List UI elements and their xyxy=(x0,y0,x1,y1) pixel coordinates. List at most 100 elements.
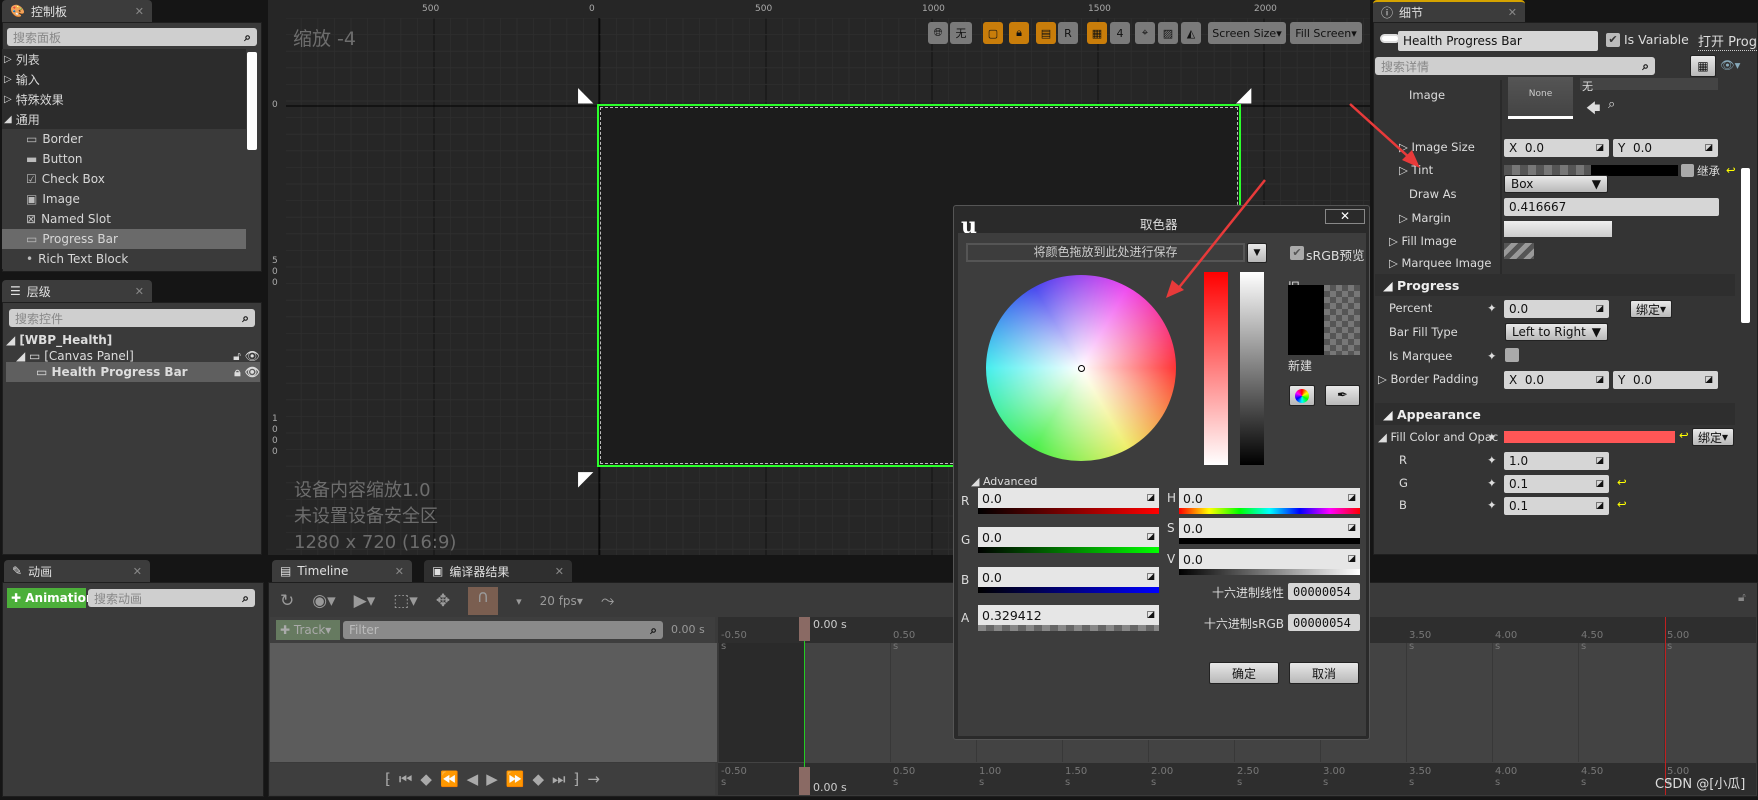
fill-screen-dropdown[interactable]: Fill Screen ▾ xyxy=(1290,22,1362,44)
outline-toggle-icon[interactable]: ▢ xyxy=(983,22,1003,44)
palette-item[interactable]: ▬ Button xyxy=(2,149,246,169)
fit-icon[interactable]: ⌖ xyxy=(1135,22,1155,44)
curve-icon[interactable]: ⤳ xyxy=(601,591,615,611)
play-icon[interactable]: ▶▾ xyxy=(354,591,376,611)
saturation-slider[interactable] xyxy=(1204,272,1228,465)
magnet-icon[interactable]: ∩ xyxy=(468,587,499,615)
play-reverse-icon[interactable]: ◀ xyxy=(467,770,479,788)
advanced-toggle[interactable]: ◢ Advanced xyxy=(971,475,1037,488)
cancel-button[interactable]: 取消 xyxy=(1289,662,1359,684)
close-icon[interactable]: ✕ xyxy=(395,565,404,578)
tab-compiler-results[interactable]: ▣ 编译器结果 ✕ xyxy=(424,560,572,582)
reset-icon[interactable]: ↩ xyxy=(1679,428,1689,442)
browse-search-icon[interactable]: ⌕ xyxy=(1608,97,1615,112)
border-padding-x[interactable]: X 0.0 ◪ xyxy=(1504,371,1609,389)
palette-category[interactable]: ◢ 通用 xyxy=(4,109,244,129)
percent-bind-dropdown[interactable]: 绑定 ▾ xyxy=(1630,300,1672,318)
anchor-handle-icon[interactable]: ◢ xyxy=(1236,82,1251,106)
palette-item[interactable]: ▭ Progress Bar xyxy=(2,229,246,249)
jump-end-icon[interactable]: ⏭ xyxy=(552,770,566,788)
margin-input[interactable]: 0.416667 xyxy=(1504,198,1719,216)
hierarchy-search-input[interactable]: 搜索控件 ⌕ xyxy=(9,309,255,327)
fill-b-input[interactable]: 0.1 ◪ xyxy=(1504,497,1609,515)
reset-icon[interactable]: ↩ xyxy=(1726,163,1736,177)
image-asset-dropdown[interactable]: 无 xyxy=(1580,78,1718,93)
palette-item[interactable]: ☑ Check Box xyxy=(2,169,246,189)
reset-icon[interactable]: ↩ xyxy=(1617,497,1627,511)
lock-icon[interactable]: 🔒︎ xyxy=(1009,22,1029,44)
anchor-handle-icon[interactable]: ◣ xyxy=(578,82,593,106)
channel-input[interactable]: 0.0 ◪ xyxy=(978,567,1159,587)
fill-g-input[interactable]: 0.1 ◪ xyxy=(1504,475,1609,493)
close-icon[interactable]: ✕ xyxy=(555,565,564,578)
border-padding-row[interactable]: ▷ Border Padding xyxy=(1378,372,1479,386)
undo-icon[interactable]: ↻ xyxy=(280,591,294,611)
image-size-row[interactable]: ▷ Image Size xyxy=(1399,140,1475,154)
tab-palette[interactable]: 🎨 控制板 ✕ xyxy=(2,0,152,22)
add-track-button[interactable]: ✚ Track ▾ xyxy=(276,620,340,640)
next-key-icon[interactable]: ◆ xyxy=(532,770,544,788)
fill-color-bind-dropdown[interactable]: 绑定 ▾ xyxy=(1692,428,1734,446)
close-icon[interactable]: ✕ xyxy=(133,565,142,578)
percent-input[interactable]: 0.0 ◪ xyxy=(1504,300,1609,318)
srgb-checkbox[interactable]: ✔ xyxy=(1290,246,1304,260)
color-wheel-cursor[interactable] xyxy=(1078,365,1085,372)
use-selected-arrow-icon[interactable]: 🡄 xyxy=(1586,98,1600,122)
selection-icon[interactable]: ⬚▾ xyxy=(393,591,418,611)
image-size-x[interactable]: X 0.0 ◪ xyxy=(1504,139,1609,157)
prev-key-icon[interactable]: ◆ xyxy=(420,770,432,788)
appearance-section-header[interactable]: ◢ Appearance xyxy=(1375,403,1735,425)
tab-hierarchy[interactable]: ☰ 层级 ✕ xyxy=(2,280,152,302)
playhead-handle-bottom[interactable] xyxy=(799,767,810,795)
prev-frame-icon[interactable]: ⏪ xyxy=(440,770,459,788)
margin-row[interactable]: ▷ Margin xyxy=(1399,211,1451,225)
next-frame-icon[interactable]: ⏩ xyxy=(506,770,525,788)
is-marquee-checkbox[interactable] xyxy=(1505,348,1519,362)
channel-input[interactable]: 0.329412 ◪ xyxy=(978,605,1159,625)
border-padding-y[interactable]: Y 0.0 ◪ xyxy=(1613,371,1718,389)
palette-scrollbar[interactable] xyxy=(247,52,257,150)
themes-dropdown-button[interactable]: ▼ xyxy=(1247,243,1267,263)
magnet-dropdown-icon[interactable]: ▾ xyxy=(516,595,522,608)
details-search-input[interactable]: 搜索详情 ⌕ xyxy=(1375,57,1655,75)
property-matrix-icon[interactable]: ▦ xyxy=(1690,55,1716,77)
inherit-checkbox[interactable] xyxy=(1681,164,1694,177)
screen-size-dropdown[interactable]: Screen Size ▾ xyxy=(1208,22,1286,44)
close-icon[interactable]: ✕ xyxy=(135,285,144,298)
mirror-icon[interactable]: ◭ xyxy=(1181,22,1201,44)
widget-name-input[interactable]: Health Progress Bar xyxy=(1398,31,1598,51)
ok-button[interactable]: 确定 xyxy=(1209,662,1279,684)
close-button[interactable]: ✕ xyxy=(1325,209,1365,224)
palette-search-input[interactable]: 搜索面板 ⌕ xyxy=(7,28,257,46)
draw-as-dropdown[interactable]: Box ▼ xyxy=(1504,175,1608,193)
hsv-input[interactable]: 0.0 ◪ xyxy=(1179,488,1360,508)
palette-category[interactable]: ▷ 列表 xyxy=(4,49,244,69)
color-save-drop-area[interactable]: 将颜色拖放到此处进行保存 xyxy=(966,243,1245,262)
image-icon[interactable]: ▨ xyxy=(1158,22,1178,44)
fill-color-swatch[interactable] xyxy=(1504,431,1675,443)
localize-dropdown[interactable]: 无 xyxy=(950,22,972,44)
palette-category[interactable]: ▷ 特殊效果 xyxy=(4,89,244,109)
open-link[interactable]: 打开 Prog xyxy=(1698,31,1758,51)
close-icon[interactable]: ✕ xyxy=(1508,6,1517,19)
palette-item[interactable]: ▣ Image xyxy=(2,189,246,209)
tab-details[interactable]: ⓘ 细节 ✕ xyxy=(1373,0,1525,22)
set-start-icon[interactable]: ⁅ xyxy=(385,770,391,788)
channel-input[interactable]: 0.0 ◪ xyxy=(978,527,1159,547)
tint-row[interactable]: ▷ Tint xyxy=(1399,163,1433,177)
fps-dropdown[interactable]: 20 fps▾ xyxy=(540,594,583,608)
hex-srgb-input[interactable]: 00000054 xyxy=(1288,614,1360,631)
marquee-image-row[interactable]: ▷ Marquee Image xyxy=(1389,256,1491,270)
play-icon[interactable]: ▶ xyxy=(486,770,498,788)
palette-item[interactable]: ▭ Border xyxy=(2,129,246,149)
add-animation-button[interactable]: ✚ Animation xyxy=(7,588,94,608)
marquee-image-swatch[interactable] xyxy=(1504,243,1534,259)
eye-icon[interactable]: 👁︎▾ xyxy=(1720,58,1740,72)
hex-linear-input[interactable]: 00000054 xyxy=(1288,583,1360,600)
fill-image-swatch[interactable] xyxy=(1504,221,1612,237)
channel-input[interactable]: 0.0 ◪ xyxy=(978,488,1159,508)
palette-item[interactable]: • Rich Text Block xyxy=(2,249,246,269)
lock-icon[interactable]: 🔒︎ 👁︎ xyxy=(234,365,260,380)
details-scrollbar[interactable] xyxy=(1741,168,1750,323)
eyedropper-button[interactable]: ✒ xyxy=(1325,385,1360,406)
